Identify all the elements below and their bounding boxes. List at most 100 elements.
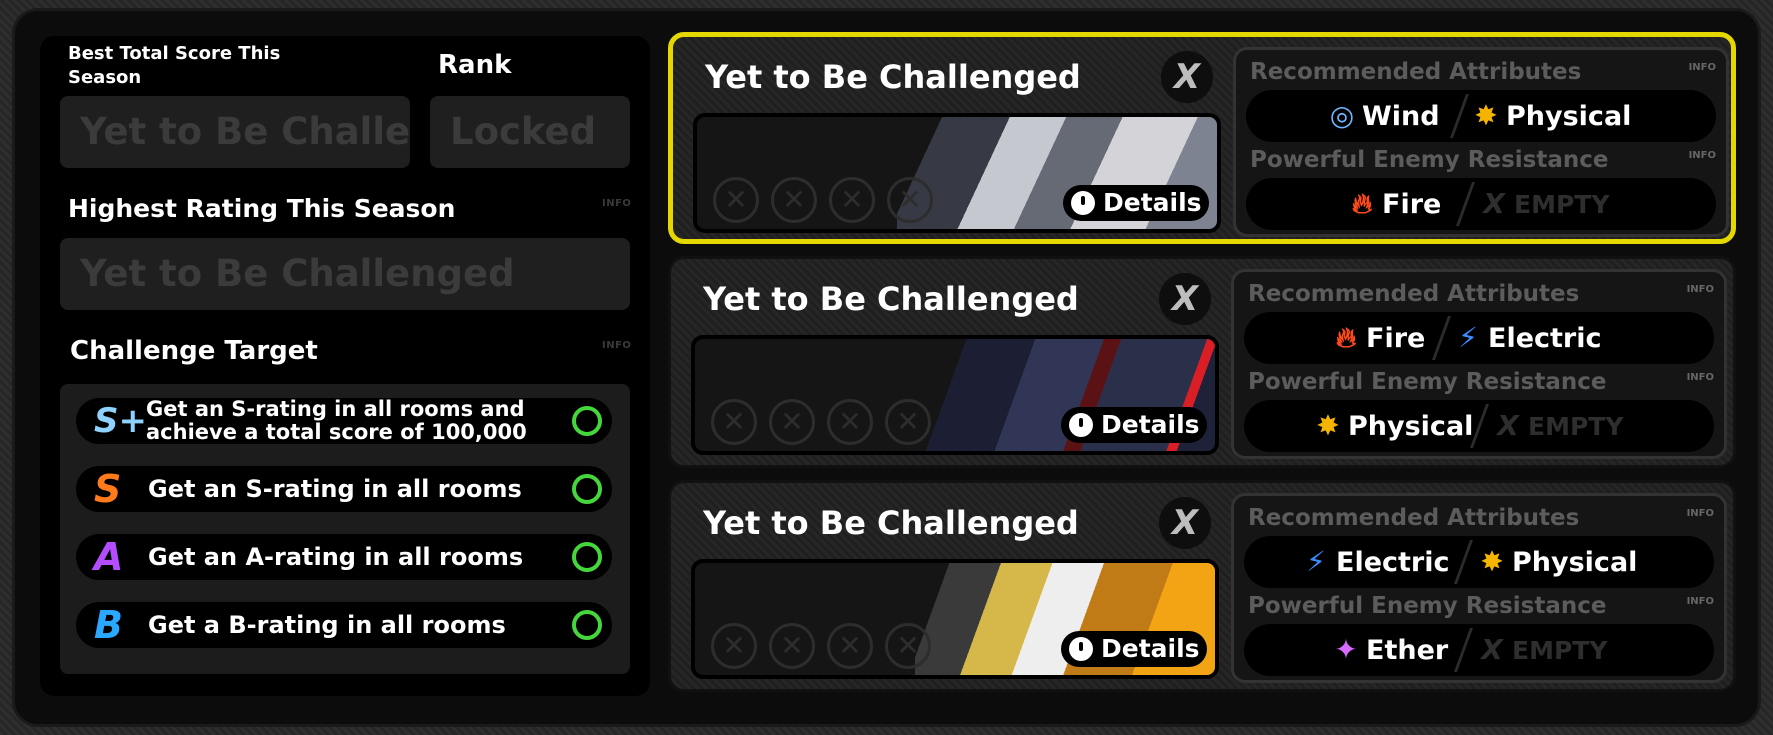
attribute-ether: ✦ Ether	[1330, 624, 1448, 676]
target-text: Get a B-rating in all rooms	[148, 611, 506, 639]
grade-b-icon: B	[94, 603, 123, 647]
empty-icon: X	[1497, 409, 1519, 442]
enemy-resistance-label: Powerful Enemy Resistance	[1248, 369, 1607, 395]
best-score-label: Best Total Score This Season	[68, 43, 281, 88]
empty-slot-icon: ✕	[713, 177, 759, 223]
separator	[1453, 628, 1474, 672]
recommended-attributes: 🔥︎ Fire ⚡︎ Electric	[1244, 312, 1714, 364]
details-label: Details	[1101, 410, 1200, 439]
room-card-3[interactable]: Yet to Be Challenged X ✕ ✕ ✕ ✕ Details R…	[668, 480, 1736, 692]
details-label: Details	[1103, 188, 1202, 217]
info-label[interactable]: INFO	[1687, 372, 1714, 383]
fire-icon: 🔥︎	[1335, 321, 1357, 354]
physical-icon: ✸	[1480, 545, 1504, 578]
details-button[interactable]: Details	[1063, 185, 1209, 221]
details-button[interactable]: Details	[1061, 631, 1207, 667]
rank-field: Locked	[430, 96, 630, 168]
attribute-physical: ✸ Physical	[1470, 90, 1631, 142]
room-title: Yet to Be Challenged	[703, 280, 1079, 318]
info-label[interactable]: INFO	[1689, 62, 1716, 73]
info-circle-icon	[1071, 191, 1095, 215]
best-score-field: Yet to Be Challenged	[60, 96, 410, 168]
incomplete-circle-icon	[572, 610, 602, 640]
empty-slot-icon: ✕	[769, 623, 815, 669]
attribute-electric: ⚡︎ Electric	[1452, 312, 1601, 364]
empty-icon: X	[1483, 187, 1505, 220]
empty-slot-icon: ✕	[827, 399, 873, 445]
separator	[1431, 316, 1452, 360]
info-circle-icon	[1069, 637, 1093, 661]
recommended-attributes-label: Recommended Attributes	[1248, 281, 1580, 307]
target-text: Get an S-rating in all rooms	[148, 475, 522, 503]
close-icon[interactable]: X	[1161, 51, 1213, 103]
empty-slot-icon: ✕	[711, 399, 757, 445]
fire-icon: 🔥︎	[1351, 187, 1373, 220]
physical-icon: ✸	[1316, 409, 1340, 442]
room-card-1[interactable]: Yet to Be Challenged X ✕ ✕ ✕ ✕ Details R…	[668, 32, 1736, 244]
empty-slot-icon: ✕	[769, 399, 815, 445]
target-text: Get an A-rating in all rooms	[148, 543, 524, 571]
empty-slot-icon: ✕	[885, 623, 931, 669]
info-label[interactable]: INFO	[1687, 596, 1714, 607]
attributes-panel: Recommended Attributes INFO 🔥︎ Fire ⚡︎ Ele…	[1231, 269, 1727, 459]
info-label[interactable]: INFO	[1687, 284, 1714, 295]
challenge-target-list: S+ Get an S-rating in all rooms and achi…	[60, 384, 630, 674]
attribute-empty: X EMPTY	[1492, 400, 1623, 452]
info-label[interactable]: INFO	[602, 340, 631, 351]
empty-slot-icon: ✕	[771, 177, 817, 223]
highest-rating-label: Highest Rating This Season	[68, 194, 456, 223]
details-button[interactable]: Details	[1061, 407, 1207, 443]
attributes-panel: Recommended Attributes INFO ◎ Wind ✸ Physi…	[1233, 47, 1729, 237]
enemy-preview[interactable]: ✕ ✕ ✕ ✕ Details	[691, 559, 1219, 679]
target-row-s: S Get an S-rating in all rooms	[76, 466, 612, 512]
enemy-resistance-label: Powerful Enemy Resistance	[1248, 593, 1607, 619]
enemy-preview[interactable]: ✕ ✕ ✕ ✕ Details	[693, 113, 1221, 233]
enemy-preview[interactable]: ✕ ✕ ✕ ✕ Details	[691, 335, 1219, 455]
attribute-physical: ✸ Physical	[1312, 400, 1473, 452]
attribute-wind: ◎ Wind	[1326, 90, 1440, 142]
target-row-a: A Get an A-rating in all rooms	[76, 534, 612, 580]
season-summary-panel: Best Total Score This Season Rank Yet to…	[40, 36, 650, 696]
incomplete-circle-icon	[572, 542, 602, 572]
incomplete-circle-icon	[572, 474, 602, 504]
close-icon[interactable]: X	[1159, 273, 1211, 325]
grade-a-icon: A	[94, 535, 124, 579]
info-label[interactable]: INFO	[1687, 508, 1714, 519]
enemy-resistance: 🔥︎ Fire X EMPTY	[1246, 178, 1716, 230]
close-icon[interactable]: X	[1159, 497, 1211, 549]
details-label: Details	[1101, 634, 1200, 663]
recommended-attributes: ◎ Wind ✸ Physical	[1246, 90, 1716, 142]
wind-icon: ◎	[1329, 99, 1355, 132]
physical-icon: ✸	[1474, 99, 1498, 132]
recommended-attributes: ⚡︎ Electric ✸ Physical	[1244, 536, 1714, 588]
info-circle-icon	[1069, 413, 1093, 437]
room-card-2[interactable]: Yet to Be Challenged X ✕ ✕ ✕ ✕ Details R…	[668, 256, 1736, 468]
highest-rating-field: Yet to Be Challenged	[60, 238, 630, 310]
incomplete-circle-icon	[572, 406, 602, 436]
enemy-resistance: ✦ Ether X EMPTY	[1244, 624, 1714, 676]
challenge-target-label: Challenge Target	[70, 336, 318, 366]
empty-slot-icon: ✕	[711, 623, 757, 669]
grade-s-icon: S	[94, 467, 122, 511]
target-row-s-plus: S+ Get an S-rating in all rooms and achi…	[76, 398, 612, 444]
room-title: Yet to Be Challenged	[703, 504, 1079, 542]
info-label[interactable]: INFO	[602, 198, 631, 209]
grade-s-plus-icon: S+	[94, 401, 147, 441]
electric-icon: ⚡︎	[1458, 321, 1478, 354]
target-text-line1: Get an S-rating in all rooms and	[146, 397, 525, 421]
enemy-resistance: ✸ Physical X EMPTY	[1244, 400, 1714, 452]
separator	[1449, 94, 1470, 138]
attribute-fire: 🔥︎ Fire	[1346, 178, 1442, 230]
recommended-attributes-label: Recommended Attributes	[1250, 59, 1582, 85]
attribute-physical: ✸ Physical	[1476, 536, 1637, 588]
electric-icon: ⚡︎	[1306, 545, 1326, 578]
empty-slot-icon: ✕	[829, 177, 875, 223]
info-label[interactable]: INFO	[1689, 150, 1716, 161]
target-text: Get an S-rating in all rooms and achieve…	[146, 398, 527, 444]
separator	[1453, 540, 1474, 584]
recommended-attributes-label: Recommended Attributes	[1248, 505, 1580, 531]
rank-label: Rank	[438, 50, 512, 80]
target-row-b: B Get a B-rating in all rooms	[76, 602, 612, 648]
attribute-fire: 🔥︎ Fire	[1330, 312, 1426, 364]
ether-icon: ✦	[1334, 633, 1358, 666]
